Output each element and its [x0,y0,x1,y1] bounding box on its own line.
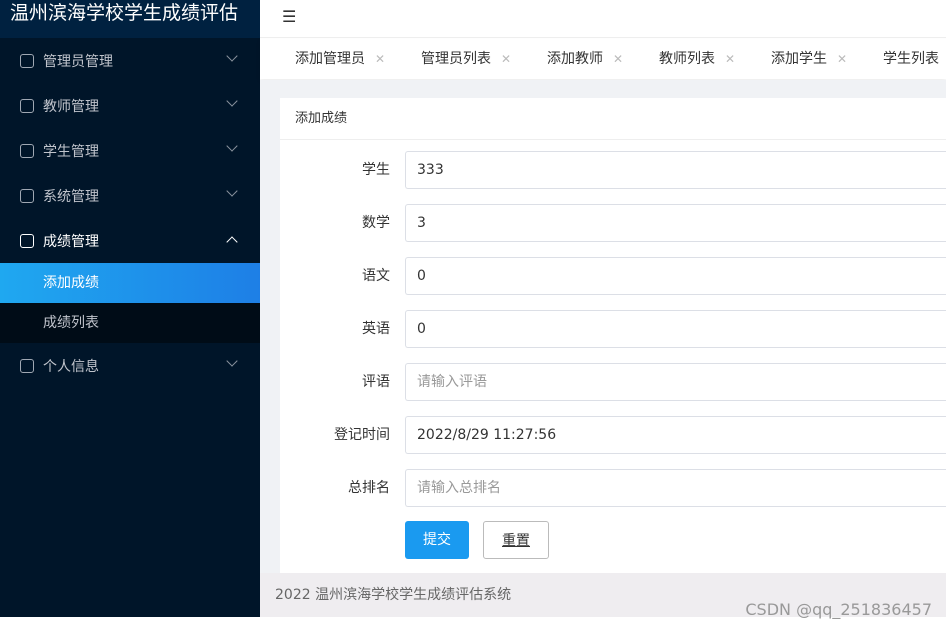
form-row: 总排名 请输入总排名 [280,469,946,507]
form-title: 添加成绩 [280,98,946,140]
tab-label: 管理员列表 [421,51,491,67]
reset-button[interactable]: 重置 [483,521,549,559]
form-row: 登记时间 2022/8/29 11:27:56 [280,416,946,454]
field-input[interactable]: 请输入总排名 [405,469,946,507]
tab-label: 添加教师 [547,51,603,67]
menu-label: 系统管理 [43,188,99,205]
field-label: 评语 [362,374,390,390]
menu-teacher[interactable]: 教师管理 [0,83,260,128]
close-icon[interactable]: ✕ [501,52,511,66]
menu-label: 教师管理 [43,98,99,115]
menu-label: 个人信息 [43,358,99,375]
cube-icon [20,53,34,68]
menu-student[interactable]: 学生管理 [0,128,260,173]
app-title: 温州滨海学校学生成绩评估 [0,0,260,38]
chevron-down-icon [226,185,238,197]
submenu-score-list[interactable]: 成绩列表 [0,303,260,343]
tab-label: 添加学生 [771,51,827,67]
form-row: 数学 3 [280,204,946,242]
chevron-down-icon [226,95,238,107]
tab[interactable]: 学生列表 [883,39,939,79]
form-row: 英语 0 [280,310,946,348]
chevron-down-icon [226,140,238,152]
close-icon[interactable]: ✕ [837,52,847,66]
chevron-up-icon [226,236,238,248]
content-area: 添加成绩 学生 333 数学 3 语文 0 英语 0 评语 请输入评语登记时间 2022/8/29 … [260,80,946,573]
tab[interactable]: 添加管理员 ✕ [295,39,385,79]
close-icon[interactable]: ✕ [613,52,623,66]
field-label: 语文 [362,268,390,284]
form-row: 学生 333 [280,151,946,189]
field-label: 学生 [362,162,390,178]
field-input[interactable]: 2022/8/29 11:27:56 [405,416,946,454]
watermark: CSDN @qq_251836457 [745,600,932,619]
close-icon[interactable]: ✕ [725,52,735,66]
field-input[interactable]: 0 [405,257,946,295]
close-icon[interactable]: ✕ [375,52,385,66]
sidebar: 温州滨海学校学生成绩评估 管理员管理 教师管理 学生管理 系统管理 成绩管理 添… [0,0,260,617]
tab-label: 学生列表 [883,51,939,67]
tab[interactable]: 管理员列表 ✕ [421,39,511,79]
menu-label: 成绩管理 [43,233,99,250]
cube-icon [20,98,34,113]
tab[interactable]: 添加学生 ✕ [771,39,847,79]
submit-button[interactable]: 提交 [405,521,469,559]
tab-label: 教师列表 [659,51,715,67]
menu-fold-icon[interactable]: ☰ [282,7,296,26]
menu-label: 管理员管理 [43,53,113,70]
form-row: 评语 请输入评语 [280,363,946,401]
field-label: 英语 [362,321,390,337]
field-input[interactable]: 3 [405,204,946,242]
menu-system[interactable]: 系统管理 [0,173,260,218]
form-card: 添加成绩 学生 333 数学 3 语文 0 英语 0 评语 请输入评语登记时间 2022/8/29 … [280,98,946,573]
chevron-down-icon [226,355,238,367]
chevron-down-icon [226,50,238,62]
field-label: 数学 [362,215,390,231]
cube-icon [20,358,34,373]
tab[interactable]: 教师列表 ✕ [659,39,735,79]
form-row: 语文 0 [280,257,946,295]
tab[interactable]: 添加教师 ✕ [547,39,623,79]
cube-icon [20,188,34,203]
menu-profile[interactable]: 个人信息 [0,343,260,388]
submenu-add-score[interactable]: 添加成绩 [0,263,260,303]
tab-bar: 添加管理员 ✕ 管理员列表 ✕ 添加教师 ✕ 教师列表 ✕ 添加学生 ✕ 学生列表 [260,39,946,79]
top-bar: ☰ [260,0,946,38]
menu-score[interactable]: 成绩管理 [0,218,260,263]
menu-label: 学生管理 [43,143,99,160]
tab-label: 添加管理员 [295,51,365,67]
menu-admin[interactable]: 管理员管理 [0,38,260,83]
field-input[interactable]: 请输入评语 [405,363,946,401]
field-label: 登记时间 [334,427,390,443]
field-input[interactable]: 333 [405,151,946,189]
cube-icon [20,233,34,248]
field-input[interactable]: 0 [405,310,946,348]
cube-icon [20,143,34,158]
field-label: 总排名 [348,480,390,496]
